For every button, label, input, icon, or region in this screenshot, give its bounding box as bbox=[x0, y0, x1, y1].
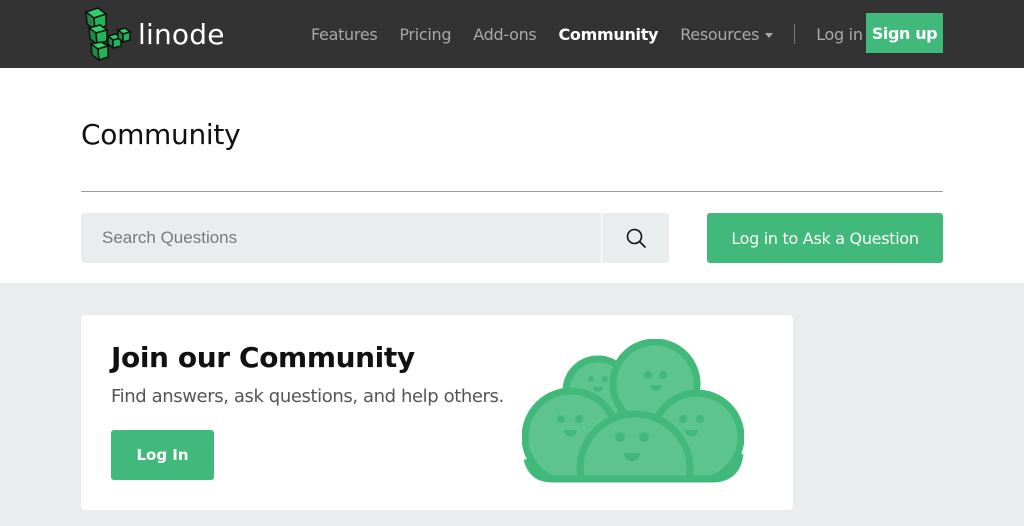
nav-link-addons[interactable]: Add-ons bbox=[473, 25, 537, 44]
linode-logo[interactable]: linode bbox=[82, 6, 232, 62]
caret-down-icon bbox=[765, 32, 774, 38]
signup-button[interactable]: Sign up bbox=[866, 13, 943, 53]
nav-login-label: Log in bbox=[816, 24, 863, 44]
search-button[interactable] bbox=[601, 213, 669, 263]
nav-links: Features Pricing Add-ons Community Resou… bbox=[300, 0, 885, 68]
search-bar bbox=[81, 213, 669, 263]
search-input[interactable] bbox=[81, 213, 601, 263]
top-navbar: linode Features Pricing Add-ons Communit… bbox=[0, 0, 1024, 68]
linode-cube-icon bbox=[84, 7, 132, 62]
nav-link-features[interactable]: Features bbox=[311, 25, 378, 44]
community-cloud-illustration bbox=[522, 339, 744, 485]
title-divider bbox=[81, 191, 943, 192]
page-title: Community bbox=[81, 118, 241, 151]
join-community-card: Join our Community Find answers, ask que… bbox=[81, 315, 793, 510]
nav-divider bbox=[794, 24, 796, 44]
brand-name: linode bbox=[138, 17, 225, 51]
nav-link-community[interactable]: Community bbox=[558, 25, 658, 44]
nav-link-pricing[interactable]: Pricing bbox=[399, 25, 451, 44]
search-icon bbox=[626, 228, 646, 248]
nav-link-resources[interactable]: Resources bbox=[680, 24, 774, 44]
nav-link-resources-label: Resources bbox=[680, 24, 760, 44]
card-subtitle: Find answers, ask questions, and help ot… bbox=[111, 386, 504, 407]
ask-question-button[interactable]: Log in to Ask a Question bbox=[707, 213, 943, 263]
card-login-button[interactable]: Log In bbox=[111, 430, 214, 480]
card-title: Join our Community bbox=[111, 341, 415, 374]
